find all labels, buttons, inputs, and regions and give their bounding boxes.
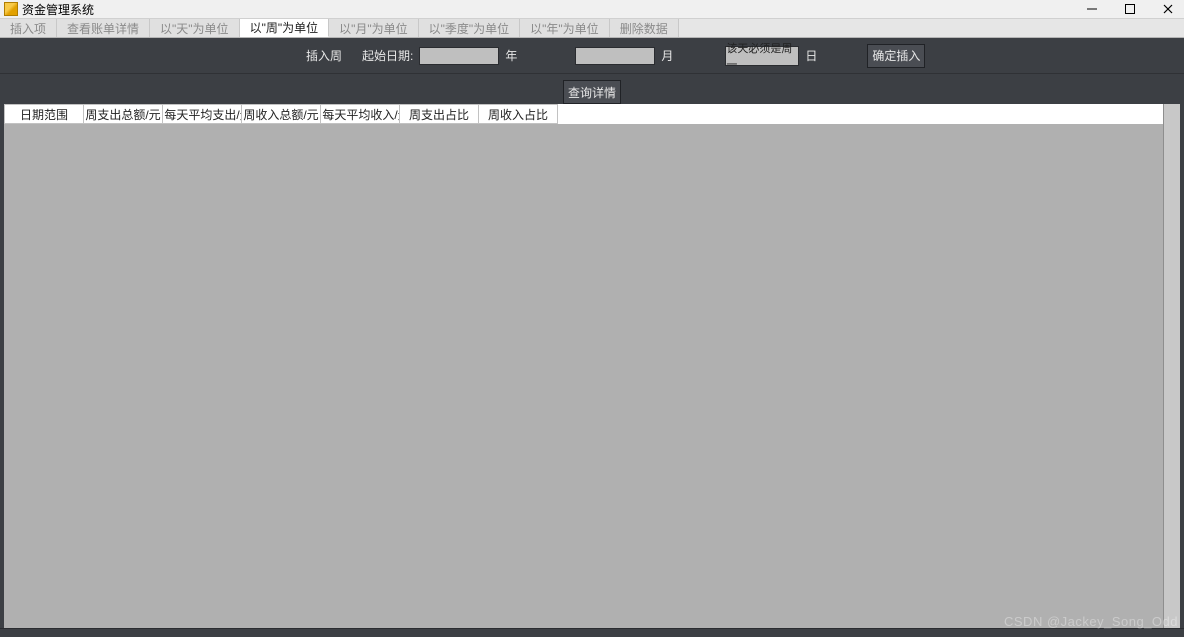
close-button[interactable] [1156, 1, 1180, 17]
tab-1[interactable]: 查看账单详情 [57, 19, 150, 37]
column-header-6[interactable]: 周收入占比 [479, 104, 558, 124]
tab-3[interactable]: 以"周"为单位 [240, 19, 330, 37]
minimize-button[interactable] [1080, 1, 1104, 17]
tab-strip: 插入项查看账单详情以"天"为单位以"周"为单位以"月"为单位以"季度"为单位以"… [0, 19, 1184, 38]
content-area: 日期范围周支出总额/元周每天平均支出/元周收入总额/元周每天平均收入/元周支出占… [4, 104, 1180, 629]
app-icon [4, 2, 18, 16]
query-details-button[interactable]: 查询详情 [563, 80, 621, 104]
tab-4[interactable]: 以"月"为单位 [329, 19, 419, 37]
column-header-4[interactable]: 周每天平均收入/元 [321, 104, 400, 124]
window-titlebar: 资金管理系统 [0, 0, 1184, 19]
column-header-2[interactable]: 周每天平均支出/元 [163, 104, 242, 124]
year-input[interactable] [419, 47, 499, 65]
month-suffix: 月 [661, 47, 673, 64]
month-input[interactable] [575, 47, 655, 65]
insert-toolbar: 插入周 起始日期: 年 月 该天必须是周一 日 确定插入 [0, 38, 1184, 73]
start-date-label: 起始日期: [362, 47, 413, 64]
tab-7[interactable]: 删除数据 [610, 19, 679, 37]
day-suffix: 日 [805, 47, 817, 64]
maximize-button[interactable] [1118, 1, 1142, 17]
window-title: 资金管理系统 [22, 1, 94, 18]
column-header-0[interactable]: 日期范围 [4, 104, 84, 124]
table-area: 日期范围周支出总额/元周每天平均支出/元周收入总额/元周每天平均收入/元周支出占… [4, 104, 1163, 629]
vertical-scrollbar[interactable] [1163, 104, 1180, 629]
status-bar [0, 628, 1184, 637]
tab-6[interactable]: 以"年"为单位 [520, 19, 610, 37]
column-header-5[interactable]: 周支出占比 [400, 104, 479, 124]
confirm-insert-button[interactable]: 确定插入 [867, 44, 925, 68]
tab-2[interactable]: 以"天"为单位 [150, 19, 240, 37]
tab-0[interactable]: 插入项 [0, 19, 57, 37]
table-header: 日期范围周支出总额/元周每天平均支出/元周收入总额/元周每天平均收入/元周支出占… [4, 104, 1163, 124]
tab-5[interactable]: 以"季度"为单位 [419, 19, 521, 37]
year-suffix: 年 [505, 47, 517, 64]
column-header-1[interactable]: 周支出总额/元 [84, 104, 163, 124]
insert-week-label: 插入周 [306, 47, 342, 64]
monday-hint-button[interactable]: 该天必须是周一 [725, 46, 799, 66]
column-header-3[interactable]: 周收入总额/元 [242, 104, 321, 124]
